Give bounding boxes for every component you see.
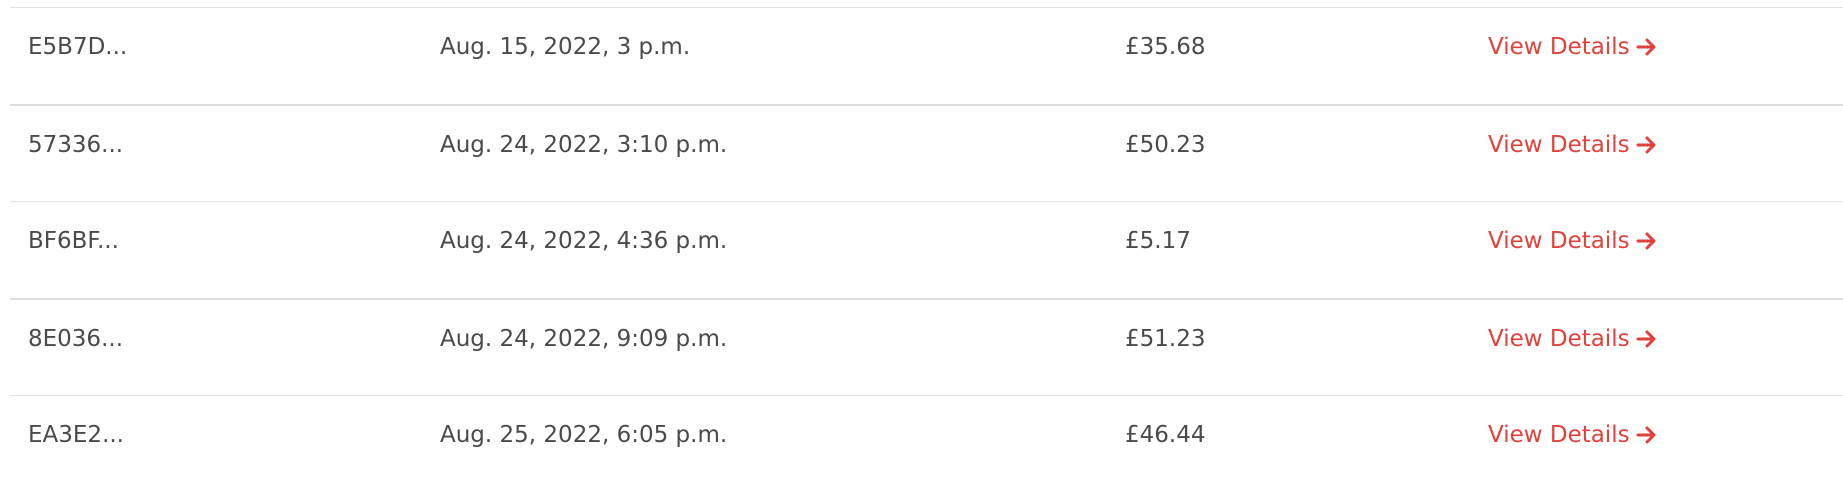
table-row: 8E036... Aug. 24, 2022, 9:09 p.m. £51.23… bbox=[10, 298, 1843, 395]
orders-table: E5B7D... Aug. 15, 2022, 3 p.m. £35.68 Vi… bbox=[10, 7, 1843, 492]
order-id: 8E036... bbox=[28, 326, 123, 352]
order-id: EA3E2... bbox=[28, 422, 124, 448]
order-id: E5B7D... bbox=[28, 34, 128, 60]
arrow-right-icon bbox=[1636, 426, 1656, 444]
view-details-link[interactable]: View Details bbox=[1488, 130, 1658, 160]
view-details-label: View Details bbox=[1488, 34, 1630, 60]
order-date: Aug. 25, 2022, 6:05 p.m. bbox=[440, 422, 728, 448]
view-details-link[interactable]: View Details bbox=[1488, 32, 1658, 62]
view-details-label: View Details bbox=[1488, 132, 1630, 158]
order-id: 57336... bbox=[28, 132, 124, 158]
arrow-right-icon bbox=[1636, 136, 1656, 154]
view-details-link[interactable]: View Details bbox=[1488, 226, 1658, 256]
arrow-right-icon bbox=[1636, 232, 1656, 250]
order-date: Aug. 15, 2022, 3 p.m. bbox=[440, 34, 691, 60]
order-amount: £35.68 bbox=[1125, 34, 1206, 60]
order-amount: £5.17 bbox=[1125, 228, 1191, 254]
table-row: BF6BF... Aug. 24, 2022, 4:36 p.m. £5.17 … bbox=[10, 201, 1843, 298]
view-details-label: View Details bbox=[1488, 422, 1630, 448]
arrow-right-icon bbox=[1636, 330, 1656, 348]
order-date: Aug. 24, 2022, 9:09 p.m. bbox=[440, 326, 728, 352]
table-row: EA3E2... Aug. 25, 2022, 6:05 p.m. £46.44… bbox=[10, 395, 1843, 492]
view-details-label: View Details bbox=[1488, 228, 1630, 254]
view-details-link[interactable]: View Details bbox=[1488, 420, 1658, 450]
order-amount: £50.23 bbox=[1125, 132, 1206, 158]
order-amount: £46.44 bbox=[1125, 422, 1206, 448]
order-date: Aug. 24, 2022, 3:10 p.m. bbox=[440, 132, 728, 158]
order-amount: £51.23 bbox=[1125, 326, 1206, 352]
view-details-label: View Details bbox=[1488, 326, 1630, 352]
table-row: 57336... Aug. 24, 2022, 3:10 p.m. £50.23… bbox=[10, 104, 1843, 201]
arrow-right-icon bbox=[1636, 38, 1656, 56]
order-date: Aug. 24, 2022, 4:36 p.m. bbox=[440, 228, 728, 254]
order-id: BF6BF... bbox=[28, 228, 119, 254]
table-row: E5B7D... Aug. 15, 2022, 3 p.m. £35.68 Vi… bbox=[10, 7, 1843, 104]
view-details-link[interactable]: View Details bbox=[1488, 324, 1658, 354]
